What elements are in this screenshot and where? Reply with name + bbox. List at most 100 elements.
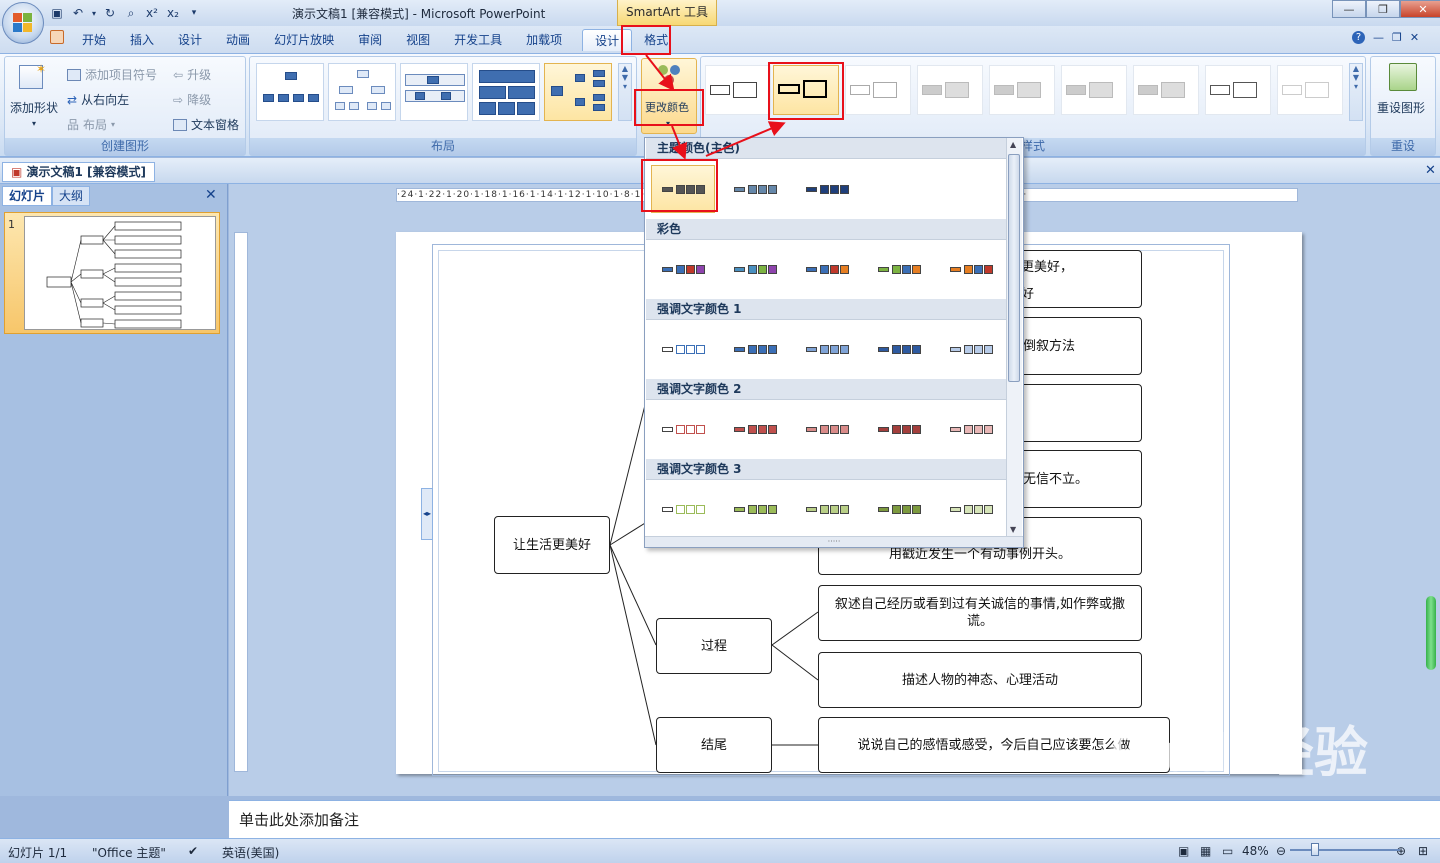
- tab-home[interactable]: 开始: [70, 29, 118, 51]
- layout-button[interactable]: 品布局 ▾: [67, 116, 115, 133]
- color-swatch-2-3[interactable]: [867, 325, 931, 373]
- gallery-scroll-up-icon[interactable]: ▲: [1010, 140, 1016, 149]
- color-swatch-3-1[interactable]: [723, 405, 787, 453]
- layout-thumb-labeled-hierarchy[interactable]: [400, 63, 468, 121]
- tab-slideshow[interactable]: 幻灯片放映: [262, 29, 346, 51]
- layout-thumb-table-hierarchy[interactable]: [472, 63, 540, 121]
- color-swatch-4-1[interactable]: [723, 485, 787, 533]
- tab-review[interactable]: 审阅: [346, 29, 394, 51]
- print-preview-icon[interactable]: ⌕: [122, 4, 140, 22]
- vertical-ruler[interactable]: [234, 232, 248, 772]
- right-to-left-button[interactable]: ⇄ 从右向左: [67, 91, 129, 108]
- color-swatch-4-2[interactable]: [795, 485, 859, 533]
- restore-icon[interactable]: ❐: [1366, 0, 1400, 18]
- zoom-out-icon[interactable]: ⊖: [1276, 844, 1286, 858]
- color-swatch-0-2[interactable]: [795, 165, 859, 213]
- color-swatch-4-3[interactable]: [867, 485, 931, 533]
- undo-icon[interactable]: ↶: [69, 4, 87, 22]
- subscript-icon[interactable]: x₂: [164, 4, 182, 22]
- superscript-icon[interactable]: x²: [143, 4, 161, 22]
- tab-view[interactable]: 视图: [394, 29, 442, 51]
- style-thumb-9[interactable]: [1277, 65, 1343, 115]
- tab-slides[interactable]: 幻灯片: [2, 186, 53, 206]
- add-shape-icon[interactable]: ✶: [19, 62, 46, 89]
- smartart-node-detail-2[interactable]: 描述人物的神态、心理活动: [818, 652, 1142, 708]
- slide-sorter-icon[interactable]: ▦: [1200, 844, 1211, 858]
- tab-developer[interactable]: 开发工具: [442, 29, 514, 51]
- customize-qat-icon[interactable]: ▾: [185, 4, 203, 22]
- document-tab[interactable]: ▣ 演示文稿1 [兼容模式]: [2, 162, 156, 182]
- style-thumb-3[interactable]: [845, 65, 911, 115]
- add-shape-button[interactable]: 添加形状: [10, 99, 58, 116]
- color-swatch-2-0[interactable]: [651, 325, 715, 373]
- promote-button[interactable]: ⇦ 升级: [173, 66, 211, 83]
- save-icon[interactable]: ▣: [48, 4, 66, 22]
- help-icon[interactable]: ?: [1352, 31, 1365, 44]
- gallery-scroll-down-icon[interactable]: ▼: [1010, 525, 1016, 534]
- smartart-node-detail-1[interactable]: 叙述自己经历或看到过有关诚信的事情,如作弊或撒谎。: [818, 585, 1142, 641]
- tab-design[interactable]: 设计: [166, 29, 214, 51]
- color-swatch-2-1[interactable]: [723, 325, 787, 373]
- zoom-slider[interactable]: [1290, 849, 1400, 851]
- tab-animations[interactable]: 动画: [214, 29, 262, 51]
- add-bullet-button[interactable]: 添加项目符号: [67, 66, 157, 83]
- slide-thumbnail[interactable]: [24, 216, 216, 330]
- spellcheck-icon[interactable]: ✔: [188, 844, 198, 858]
- color-swatch-3-0[interactable]: [651, 405, 715, 453]
- layout-thumb-horizontal-hierarchy[interactable]: [544, 63, 612, 121]
- color-swatch-1-3[interactable]: [867, 245, 931, 293]
- style-thumb-6[interactable]: [1061, 65, 1127, 115]
- tab-addins[interactable]: 加载项: [514, 29, 574, 51]
- color-swatch-3-3[interactable]: [867, 405, 931, 453]
- status-language[interactable]: 英语(美国): [222, 844, 279, 861]
- text-pane-toggle-icon[interactable]: ◂▸: [421, 488, 433, 540]
- color-swatch-0-1[interactable]: [723, 165, 787, 213]
- text-pane-button[interactable]: 文本窗格: [173, 116, 239, 133]
- reset-graphic-icon[interactable]: [1389, 63, 1417, 91]
- color-swatch-3-2[interactable]: [795, 405, 859, 453]
- color-swatch-1-1[interactable]: [723, 245, 787, 293]
- ribbon-close-icon[interactable]: ✕: [1410, 31, 1419, 44]
- office-menu-icon[interactable]: [50, 30, 64, 44]
- close-icon[interactable]: ✕: [1400, 0, 1440, 18]
- layout-thumb-org-chart[interactable]: [256, 63, 324, 121]
- color-swatch-2-4[interactable]: [939, 325, 1003, 373]
- zoom-in-icon[interactable]: ⊕: [1396, 844, 1406, 858]
- tab-outline[interactable]: 大纲: [52, 186, 91, 206]
- color-swatch-1-2[interactable]: [795, 245, 859, 293]
- style-thumb-4[interactable]: [917, 65, 983, 115]
- color-swatch-1-4[interactable]: [939, 245, 1003, 293]
- color-swatch-4-0[interactable]: [651, 485, 715, 533]
- panel-close-icon[interactable]: ✕: [205, 187, 217, 203]
- status-theme[interactable]: "Office 主题": [92, 844, 166, 861]
- color-swatch-4-4[interactable]: [939, 485, 1003, 533]
- tab-insert[interactable]: 插入: [118, 29, 166, 51]
- color-swatch-1-0[interactable]: [651, 245, 715, 293]
- style-thumb-5[interactable]: [989, 65, 1055, 115]
- ribbon-minimize-icon[interactable]: —: [1373, 31, 1384, 44]
- smartart-node-ending[interactable]: 结尾: [656, 717, 772, 773]
- smartart-node-process[interactable]: 过程: [656, 618, 772, 674]
- demote-button[interactable]: ⇨ 降级: [173, 91, 211, 108]
- reset-graphic-button[interactable]: 重设图形: [1377, 99, 1425, 116]
- status-zoom[interactable]: 48%: [1242, 844, 1269, 858]
- gallery-scroll-thumb[interactable]: [1008, 154, 1020, 382]
- doc-close-icon[interactable]: ✕: [1425, 163, 1436, 178]
- gallery-resize-grip[interactable]: ·····: [645, 536, 1023, 547]
- styles-gallery-scroll[interactable]: ▲ ▼ ▾: [1349, 63, 1363, 121]
- zoom-slider-knob[interactable]: [1311, 843, 1319, 856]
- office-button[interactable]: [2, 2, 44, 44]
- layout-thumb-hierarchy[interactable]: [328, 63, 396, 121]
- undo-dropdown-icon[interactable]: ▾: [90, 4, 98, 22]
- fit-to-window-icon[interactable]: ⊞: [1418, 844, 1428, 858]
- normal-view-icon[interactable]: ▣: [1178, 844, 1189, 858]
- style-thumb-8[interactable]: [1205, 65, 1271, 115]
- slideshow-view-icon[interactable]: ▭: [1222, 844, 1233, 858]
- color-swatch-2-2[interactable]: [795, 325, 859, 373]
- layouts-gallery-scroll[interactable]: ▲ ▼ ▾: [618, 63, 632, 121]
- color-swatch-3-4[interactable]: [939, 405, 1003, 453]
- redo-icon[interactable]: ↻: [101, 4, 119, 22]
- add-shape-dropdown-icon[interactable]: ▾: [32, 119, 36, 128]
- style-thumb-7[interactable]: [1133, 65, 1199, 115]
- style-thumb-1[interactable]: [705, 65, 771, 115]
